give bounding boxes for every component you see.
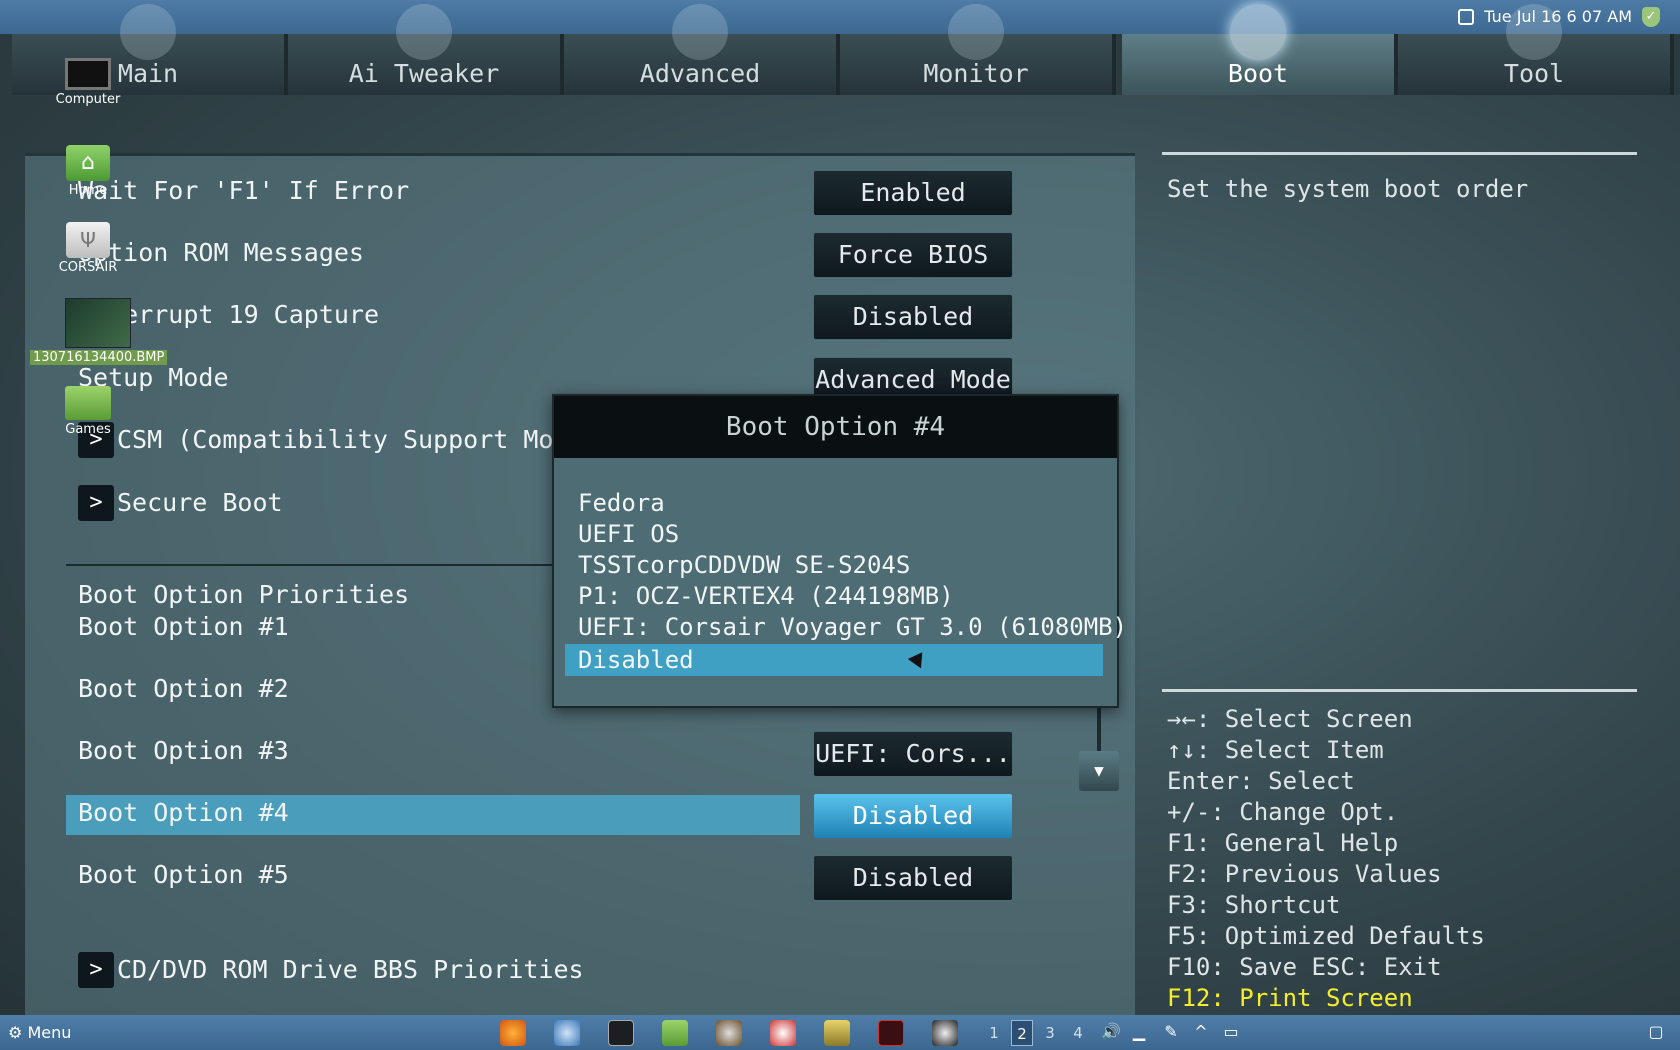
cd-dvd-chevron-icon[interactable]: >	[78, 952, 114, 988]
tweaker-icon	[396, 4, 452, 60]
help-mid-divider	[1162, 689, 1637, 692]
key-previous-values: F2: Previous Values	[1167, 860, 1442, 888]
boot-option-4-label[interactable]: Boot Option #4	[78, 798, 289, 827]
key-select-item: ↑↓: Select Item	[1167, 736, 1384, 764]
window-list-icon[interactable]: ▭	[1220, 1021, 1242, 1043]
start-menu-label: Menu	[27, 1023, 72, 1042]
image-file-icon	[65, 298, 131, 348]
desktop-icon-computer-label: Computer	[55, 92, 121, 107]
image-viewer-icon[interactable]	[770, 1020, 796, 1046]
desktop-icon-games[interactable]: Games	[38, 386, 138, 437]
key-general-help: F1: General Help	[1167, 829, 1399, 857]
popup-title: Boot Option #4	[554, 396, 1117, 458]
key-print-screen: F12: Print Screen	[1167, 984, 1413, 1012]
files-icon[interactable]	[662, 1020, 688, 1046]
tab-advanced-label: Advanced	[639, 59, 761, 88]
home-folder-icon: ⌂	[66, 145, 110, 181]
submenu-cd-dvd[interactable]: CD/DVD ROM Drive BBS Priorities	[117, 955, 584, 984]
popup-option-corsair[interactable]: UEFI: Corsair Voyager GT 3.0 (61080MB)	[578, 613, 1127, 641]
boot-option-3-value[interactable]: UEFI: Cors...	[813, 731, 1013, 777]
desktop-icon-corsair[interactable]: Ψ CORSAIR	[38, 222, 138, 275]
usb-drive-icon: Ψ	[66, 222, 110, 258]
terminal-red-icon[interactable]	[878, 1020, 904, 1046]
show-desktop-icon[interactable]: ▁	[1128, 1021, 1150, 1043]
firefox-icon[interactable]	[500, 1020, 526, 1046]
popup-option-uefi-os[interactable]: UEFI OS	[578, 520, 679, 548]
setting-value-f1-error[interactable]: Enabled	[813, 170, 1013, 216]
tab-tool[interactable]: Tool	[1398, 4, 1674, 95]
workspace-4[interactable]: 4	[1067, 1020, 1089, 1046]
folder-icon	[65, 386, 111, 420]
tool-app-icon[interactable]	[824, 1020, 850, 1046]
key-optimized-defaults: F5: Optimized Defaults	[1167, 922, 1485, 950]
notification-icon[interactable]: ▢	[1645, 1021, 1667, 1043]
boot-option-popup: Boot Option #4 Fedora UEFI OS TSSTcorpCD…	[552, 394, 1127, 708]
tab-advanced[interactable]: Advanced	[564, 4, 840, 95]
desktop-icon-bmp-label: 130716134400.BMP	[30, 350, 168, 365]
tray-up-icon[interactable]: ^	[1190, 1021, 1212, 1043]
workspace-3[interactable]: 3	[1039, 1020, 1061, 1046]
section-divider	[66, 564, 566, 566]
tab-tool-label: Tool	[1503, 59, 1565, 88]
thunderbird-icon[interactable]	[554, 1020, 580, 1046]
key-save-exit: F10: Save ESC: Exit	[1167, 953, 1442, 981]
desktop-icon-games-label: Games	[65, 422, 111, 437]
popup-option-fedora[interactable]: Fedora	[578, 489, 665, 517]
tab-ai-tweaker-label: Ai Tweaker	[348, 59, 500, 88]
popup-option-tsstcorp[interactable]: TSSTcorpCDDVDW SE-S204S	[578, 551, 910, 579]
clock-text[interactable]: Tue Jul 16 6 07 AM	[1484, 0, 1632, 34]
volume-icon[interactable]: 🔊	[1100, 1021, 1122, 1043]
key-enter: Enter: Select	[1167, 767, 1355, 795]
list-icon	[120, 4, 176, 60]
tab-boot[interactable]: Boot	[1122, 4, 1398, 95]
screenshot-icon[interactable]	[1458, 9, 1475, 25]
start-menu-button[interactable]: ⚙ Menu	[8, 1015, 71, 1050]
popup-option-disabled[interactable]: Disabled	[565, 644, 1103, 676]
popup-option-ocz[interactable]: P1: OCZ-VERTEX4 (244198MB)	[578, 582, 954, 610]
desktop-icon-bmp[interactable]: 130716134400.BMP	[30, 298, 168, 365]
help-description: Set the system boot order	[1167, 175, 1529, 203]
workspace-1[interactable]: 1	[983, 1020, 1005, 1046]
audio-player-icon[interactable]	[716, 1020, 742, 1046]
key-shortcut: F3: Shortcut	[1167, 891, 1341, 919]
submenu-csm[interactable]: CSM (Compatibility Support Module	[117, 425, 614, 454]
monitor-gauge-icon	[948, 4, 1004, 60]
power-icon	[1230, 4, 1286, 60]
boot-option-2-label: Boot Option #2	[78, 674, 289, 703]
help-top-divider	[1162, 152, 1637, 155]
boot-priorities-heading: Boot Option Priorities	[78, 580, 410, 609]
terminal-icon[interactable]	[608, 1020, 634, 1046]
disk-utility-icon[interactable]	[932, 1020, 958, 1046]
tab-boot-label: Boot	[1227, 59, 1289, 88]
computer-icon	[65, 58, 111, 90]
taskbar: ⚙ Menu 1 2 3 4 🔊 ▁ ✎ ^ ▭ ▢	[0, 1015, 1680, 1050]
setting-value-option-rom[interactable]: Force BIOS	[813, 232, 1013, 278]
boot-option-1-label: Boot Option #1	[78, 612, 289, 641]
tab-ai-tweaker[interactable]: Ai Tweaker	[288, 4, 564, 95]
boot-option-3-label: Boot Option #3	[78, 736, 289, 765]
scroll-down-button[interactable]: ▼	[1079, 751, 1119, 791]
secure-boot-chevron-icon[interactable]: >	[78, 485, 114, 521]
boot-option-5-label: Boot Option #5	[78, 860, 289, 889]
tab-monitor-label: Monitor	[923, 59, 1029, 88]
boot-option-4-value[interactable]: Disabled	[813, 793, 1013, 839]
tab-monitor[interactable]: Monitor	[840, 4, 1116, 95]
desktop-icon-corsair-label: CORSAIR	[58, 260, 118, 275]
system-tray-clock: Tue Jul 16 6 07 AM ✓	[1458, 0, 1660, 34]
key-select-screen: →←: Select Screen	[1167, 705, 1413, 733]
workspace-2[interactable]: 2	[1011, 1020, 1033, 1046]
key-legend: →←: Select Screen ↑↓: Select Item Enter:…	[1167, 704, 1485, 1014]
desktop-icon-computer[interactable]: Computer	[38, 58, 138, 107]
advanced-icon	[672, 4, 728, 60]
security-shield-icon[interactable]: ✓	[1642, 7, 1660, 27]
desktop-icon-home-label: Home	[68, 183, 108, 198]
boot-option-5-value[interactable]: Disabled	[813, 855, 1013, 901]
top-panel-strip	[0, 0, 1680, 34]
pen-icon[interactable]: ✎	[1160, 1021, 1182, 1043]
desktop-icon-home[interactable]: ⌂ Home	[38, 145, 138, 198]
setting-value-interrupt19[interactable]: Disabled	[813, 294, 1013, 340]
submenu-secure-boot[interactable]: Secure Boot	[117, 488, 283, 517]
key-change-opt: +/-: Change Opt.	[1167, 798, 1399, 826]
top-tab-bar: Main Ai Tweaker Advanced Monitor Boot To…	[0, 0, 1680, 95]
